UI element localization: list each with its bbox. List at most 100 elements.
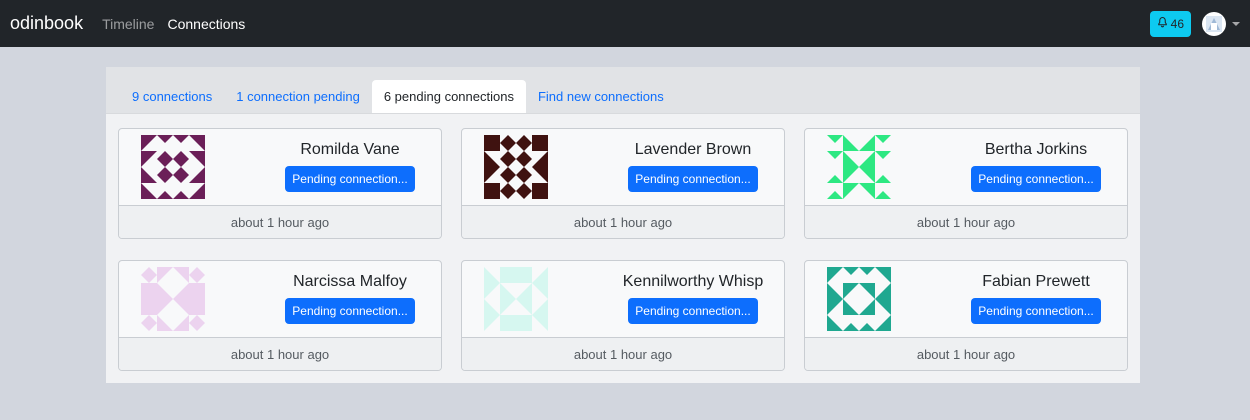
pending-connection-button[interactable]: Pending connection... xyxy=(971,166,1101,192)
identicon-tile xyxy=(859,151,875,167)
pending-connection-button[interactable]: Pending connection... xyxy=(628,298,758,324)
identicon-tile xyxy=(500,299,516,315)
connection-card: Lavender Brown Pending connection... abo… xyxy=(461,128,785,239)
identicon-tile xyxy=(875,135,891,143)
identicon-tile xyxy=(532,299,548,315)
identicon-tile xyxy=(484,151,500,167)
identicon-avatar xyxy=(484,135,548,199)
identicon-tile xyxy=(532,283,548,299)
identicon-tile xyxy=(189,151,205,167)
notifications-button[interactable]: 46 xyxy=(1149,10,1191,37)
identicon-tile xyxy=(500,135,516,151)
identicon-tile xyxy=(500,183,516,199)
timestamp: about 1 hour ago xyxy=(119,338,441,370)
user-name[interactable]: Kennilworthy Whisp xyxy=(623,273,764,291)
identicon-tile xyxy=(173,315,189,331)
connection-card: Fabian Prewett Pending connection... abo… xyxy=(804,260,1128,371)
identicon-tile xyxy=(484,283,500,299)
identicon-tile xyxy=(173,299,189,315)
identicon-avatar xyxy=(827,135,891,199)
user-name[interactable]: Fabian Prewett xyxy=(982,273,1090,291)
identicon-tile xyxy=(843,151,859,167)
identicon-tile xyxy=(173,151,189,167)
identicon-tile xyxy=(189,299,205,315)
identicon-tile xyxy=(500,315,516,331)
identicon-tile xyxy=(484,135,500,151)
identicon-tile xyxy=(516,315,532,331)
identicon-tile xyxy=(157,315,173,331)
identicon-tile xyxy=(827,191,843,199)
identicon-tile xyxy=(173,167,189,183)
identicon-tile xyxy=(189,167,205,183)
chevron-down-icon[interactable] xyxy=(1232,21,1240,26)
nav-link-connections[interactable]: Connections xyxy=(167,16,245,32)
timestamp: about 1 hour ago xyxy=(805,338,1127,370)
identicon-tile xyxy=(484,167,500,183)
identicon-tile xyxy=(859,135,875,151)
identicon-tile xyxy=(875,267,891,283)
pending-connection-button[interactable]: Pending connection... xyxy=(628,166,758,192)
tab-pending-connections[interactable]: 6 pending connections xyxy=(371,80,526,113)
identicon-tile xyxy=(827,267,843,283)
identicon-tile xyxy=(532,183,548,199)
identicon-tile xyxy=(859,323,875,331)
identicon-tile xyxy=(843,267,859,275)
connection-card: Kennilworthy Whisp Pending connection...… xyxy=(461,260,785,371)
user-name[interactable]: Romilda Vane xyxy=(300,141,399,159)
identicon-tile xyxy=(157,151,173,167)
identicon-tile xyxy=(516,283,532,299)
identicon-tile xyxy=(141,315,157,331)
identicon-tile xyxy=(500,283,516,299)
identicon-tile xyxy=(843,167,859,183)
identicon-tile xyxy=(532,315,548,331)
identicon-tile xyxy=(157,167,173,183)
identicon-tile xyxy=(141,299,157,315)
identicon-tile xyxy=(157,267,173,283)
identicon-tile xyxy=(141,267,157,283)
identicon-tile xyxy=(500,267,516,283)
identicon-tile xyxy=(484,267,500,283)
timestamp: about 1 hour ago xyxy=(462,206,784,238)
identicon-tile xyxy=(157,299,173,315)
identicon-tile xyxy=(189,183,205,199)
identicon-tile xyxy=(827,151,843,159)
identicon-tile xyxy=(827,283,843,299)
user-avatar-icon[interactable] xyxy=(1202,11,1226,36)
pending-connection-button[interactable]: Pending connection... xyxy=(285,298,415,324)
connection-card: Romilda Vane Pending connection... about… xyxy=(118,128,442,239)
brand-logo[interactable]: odinbook xyxy=(10,13,83,34)
identicon-tile xyxy=(157,283,173,299)
identicon-tile xyxy=(827,135,843,143)
identicon-tile xyxy=(875,175,891,183)
notification-count: 46 xyxy=(1170,16,1184,31)
identicon-tile xyxy=(173,135,189,143)
identicon-tile xyxy=(500,151,516,167)
identicon-tile xyxy=(516,183,532,199)
identicon-avatar xyxy=(141,135,205,199)
tab-find-new-connections[interactable]: Find new connections xyxy=(526,80,676,113)
identicon-tile xyxy=(859,299,875,315)
identicon-tile xyxy=(141,135,157,151)
identicon-tile xyxy=(189,267,205,283)
nav-link-timeline[interactable]: Timeline xyxy=(102,16,154,32)
identicon-avatar xyxy=(827,267,891,331)
identicon-tile xyxy=(859,267,875,275)
tab-connection-pending[interactable]: 1 connection pending xyxy=(224,80,372,113)
pending-connection-button[interactable]: Pending connection... xyxy=(971,298,1101,324)
identicon-avatar xyxy=(141,267,205,331)
user-name[interactable]: Bertha Jorkins xyxy=(985,141,1087,159)
identicon-tile xyxy=(532,267,548,283)
user-name[interactable]: Lavender Brown xyxy=(635,141,752,159)
user-name[interactable]: Narcissa Malfoy xyxy=(293,273,407,291)
pending-connection-button[interactable]: Pending connection... xyxy=(285,166,415,192)
tab-connections[interactable]: 9 connections xyxy=(120,80,224,113)
identicon-avatar xyxy=(484,267,548,331)
identicon-tile xyxy=(859,167,875,183)
identicon-tile xyxy=(173,267,189,283)
identicon-tile xyxy=(484,315,500,331)
identicon-tile xyxy=(189,135,205,151)
identicon-tile xyxy=(843,283,859,299)
identicon-tile xyxy=(875,315,891,331)
identicon-tile xyxy=(484,299,500,315)
identicon-tile xyxy=(516,151,532,167)
